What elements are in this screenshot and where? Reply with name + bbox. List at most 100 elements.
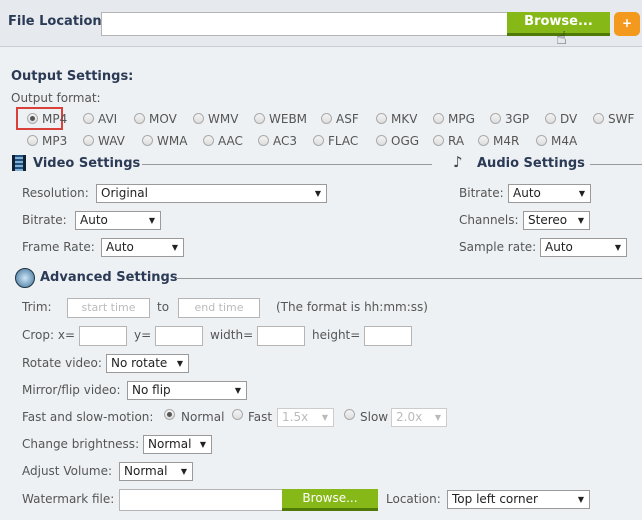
fast-rate-select[interactable]: 1.5x ▼	[277, 408, 334, 427]
location-select[interactable]: Top left corner ▼	[447, 490, 590, 509]
format-radio-m4a[interactable]	[536, 135, 547, 146]
speed-fast-radio[interactable]	[232, 409, 243, 420]
crop-height-input[interactable]	[364, 326, 412, 346]
watermark-browse-button[interactable]: Browse...	[282, 489, 378, 511]
sample-rate-label: Sample rate:	[459, 240, 537, 254]
frame-rate-label: Frame Rate:	[22, 240, 95, 254]
advanced-settings-title: Advanced Settings	[40, 270, 178, 285]
slow-rate-select[interactable]: 2.0x ▼	[391, 408, 447, 427]
file-location-input[interactable]	[101, 12, 508, 36]
format-radio-wav[interactable]	[83, 135, 94, 146]
format-radio-ogg[interactable]	[376, 135, 387, 146]
format-radio-mp3[interactable]	[27, 135, 38, 146]
add-button[interactable]: +	[614, 12, 640, 36]
format-radio-dv[interactable]	[545, 113, 556, 124]
format-label-ogg: OGG	[391, 134, 420, 148]
format-radio-swf[interactable]	[593, 113, 604, 124]
format-label-m4a: M4A	[551, 134, 578, 148]
mirror-select[interactable]: No flip ▼	[127, 381, 247, 400]
video-settings-title: Video Settings	[33, 156, 141, 171]
format-label-flac: FLAC	[328, 134, 359, 148]
resolution-select[interactable]: Original ▼	[96, 184, 327, 203]
format-radio-asf[interactable]	[321, 113, 332, 124]
crop-width-label: width=	[210, 328, 254, 342]
format-label-mpg: MPG	[448, 112, 475, 126]
video-bitrate-label: Bitrate:	[22, 213, 67, 227]
format-label-wmv: WMV	[208, 112, 239, 126]
speed-slow-label: Slow	[360, 410, 389, 424]
file-location-label: File Location:	[8, 14, 107, 29]
format-label-dv: DV	[560, 112, 578, 126]
format-radio-mkv[interactable]	[376, 113, 387, 124]
format-radio-m4r[interactable]	[478, 135, 489, 146]
volume-select[interactable]: Normal ▼	[119, 462, 193, 481]
location-label: Location:	[386, 492, 441, 506]
format-label-ac3: AC3	[273, 134, 298, 148]
crop-x-input[interactable]	[79, 326, 127, 346]
rotate-label: Rotate video:	[22, 356, 102, 370]
format-label-wav: WAV	[98, 134, 125, 148]
advanced-settings-icon	[15, 268, 35, 288]
trim-label: Trim:	[22, 300, 52, 314]
mirror-label: Mirror/flip video:	[22, 383, 121, 397]
brightness-label: Change brightness:	[22, 437, 140, 451]
channels-label: Channels:	[459, 213, 519, 227]
trim-end-input[interactable]: end time	[178, 298, 260, 318]
format-radio-mp4[interactable]	[27, 113, 38, 124]
format-radio-ra[interactable]	[433, 135, 444, 146]
format-radio-wma[interactable]	[142, 135, 153, 146]
format-label-mov: MOV	[149, 112, 177, 126]
format-label-3gp: 3GP	[505, 112, 530, 126]
volume-label: Adjust Volume:	[22, 464, 112, 478]
format-label-avi: AVI	[98, 112, 118, 126]
format-radio-webm[interactable]	[254, 113, 265, 124]
hand-cursor-icon: ☝	[556, 28, 567, 49]
format-label-wma: WMA	[157, 134, 188, 148]
format-label-mp3: MP3	[42, 134, 68, 148]
trim-start-input[interactable]: start time	[67, 298, 150, 318]
video-bitrate-select[interactable]: Auto ▼	[75, 211, 161, 230]
watermark-input[interactable]	[119, 489, 283, 511]
crop-width-input[interactable]	[257, 326, 305, 346]
sample-rate-select[interactable]: Auto ▼	[540, 238, 627, 257]
format-label-aac: AAC	[218, 134, 243, 148]
audio-bitrate-select[interactable]: Auto ▼	[508, 184, 591, 203]
output-format-label: Output format:	[11, 91, 101, 105]
format-label-mkv: MKV	[391, 112, 418, 126]
crop-height-label: height=	[312, 328, 361, 342]
speed-normal-radio[interactable]	[164, 409, 175, 420]
format-label-asf: ASF	[336, 112, 359, 126]
crop-x-label: Crop: x=	[22, 328, 76, 342]
format-label-m4r: M4R	[493, 134, 520, 148]
brightness-select[interactable]: Normal ▼	[143, 435, 212, 454]
audio-bitrate-label: Bitrate:	[459, 186, 504, 200]
format-radio-flac[interactable]	[313, 135, 324, 146]
format-label-mp4: MP4	[42, 112, 68, 126]
channels-select[interactable]: Stereo ▼	[523, 211, 590, 230]
speed-fast-label: Fast	[248, 410, 273, 424]
rotate-select[interactable]: No rotate ▼	[106, 354, 189, 373]
speaker-icon: ♪	[453, 153, 463, 171]
speed-normal-label: Normal	[181, 410, 225, 424]
speed-label: Fast and slow-motion:	[22, 410, 154, 424]
crop-y-input[interactable]	[155, 326, 203, 346]
format-radio-avi[interactable]	[83, 113, 94, 124]
output-settings-title: Output Settings:	[11, 69, 134, 84]
format-radio-aac[interactable]	[203, 135, 214, 146]
frame-rate-select[interactable]: Auto ▼	[101, 238, 184, 257]
format-radio-mov[interactable]	[134, 113, 145, 124]
film-icon	[12, 155, 26, 171]
format-label-ra: RA	[448, 134, 465, 148]
format-radio-mpg[interactable]	[433, 113, 444, 124]
speed-slow-radio[interactable]	[344, 409, 355, 420]
format-radio-ac3[interactable]	[258, 135, 269, 146]
audio-settings-title: Audio Settings	[477, 156, 585, 171]
trim-format-note: (The format is hh:mm:ss)	[276, 300, 428, 314]
format-label-webm: WEBM	[269, 112, 308, 126]
resolution-label: Resolution:	[22, 186, 89, 200]
format-radio-3gp[interactable]	[490, 113, 501, 124]
crop-y-label: y=	[134, 328, 152, 342]
format-label-swf: SWF	[608, 112, 635, 126]
trim-to-label: to	[157, 300, 170, 314]
format-radio-wmv[interactable]	[193, 113, 204, 124]
